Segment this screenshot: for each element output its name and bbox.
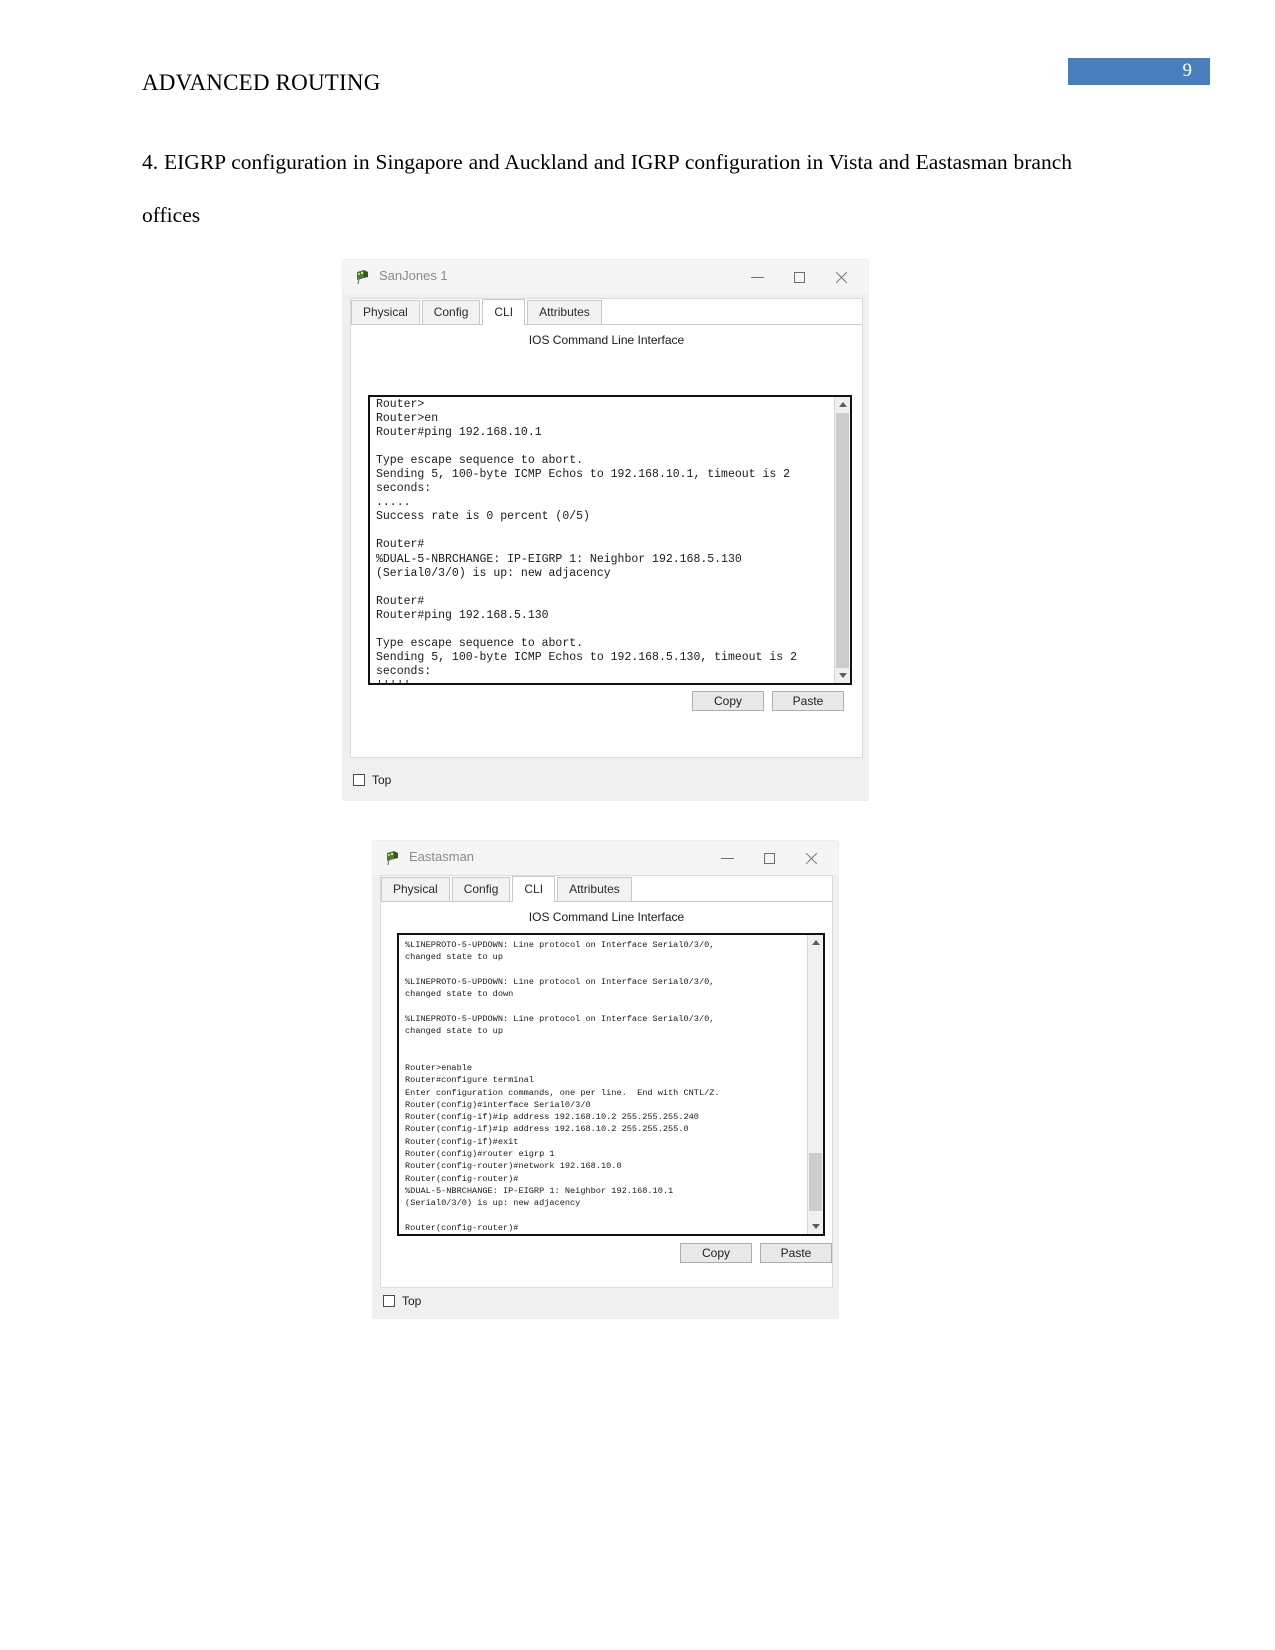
scrollbar-thumb[interactable] bbox=[836, 413, 849, 675]
tab-cli[interactable]: CLI bbox=[482, 299, 526, 325]
terminal-button-row: Copy Paste bbox=[692, 691, 844, 711]
top-checkbox[interactable] bbox=[383, 1295, 395, 1307]
tab-config[interactable]: Config bbox=[421, 300, 481, 324]
scroll-up-button[interactable] bbox=[835, 397, 850, 412]
window-titlebar[interactable]: Eastasman bbox=[373, 841, 838, 875]
tab-config[interactable]: Config bbox=[451, 877, 511, 901]
maximize-button[interactable] bbox=[778, 262, 820, 292]
cli-terminal-area[interactable]: Router> Router>en Router#ping 192.168.10… bbox=[368, 395, 852, 685]
section-heading-paragraph: 4. EIGRP configuration in Singapore and … bbox=[142, 150, 1072, 227]
scrollbar-thumb[interactable] bbox=[809, 1153, 822, 1211]
cli-output[interactable]: %LINEPROTO-5-UPDOWN: Line protocol on In… bbox=[399, 935, 808, 1234]
window-titlebar[interactable]: SanJones 1 bbox=[343, 260, 868, 294]
minimize-icon bbox=[750, 276, 764, 278]
close-icon bbox=[805, 852, 818, 865]
close-icon bbox=[835, 271, 848, 284]
minimize-icon bbox=[720, 857, 734, 859]
top-checkbox-row[interactable]: Top bbox=[383, 1294, 421, 1308]
cli-terminal-area[interactable]: %LINEPROTO-5-UPDOWN: Line protocol on In… bbox=[397, 933, 825, 1236]
copy-button[interactable]: Copy bbox=[680, 1243, 752, 1263]
top-checkbox-row[interactable]: Top bbox=[353, 773, 391, 787]
page-number: 9 bbox=[1182, 60, 1193, 81]
packet-tracer-icon bbox=[357, 270, 368, 285]
close-button[interactable] bbox=[820, 262, 862, 292]
top-checkbox-label: Top bbox=[402, 1294, 422, 1308]
close-button[interactable] bbox=[790, 843, 832, 873]
tab-strip: Physical Config CLI Attributes bbox=[381, 876, 832, 902]
panel-heading: IOS Command Line Interface bbox=[528, 333, 685, 347]
copy-button[interactable]: Copy bbox=[692, 691, 764, 711]
page-header: ADVANCED ROUTING 9 bbox=[0, 58, 1275, 120]
window-controls bbox=[736, 260, 862, 294]
paste-button[interactable]: Paste bbox=[760, 1243, 832, 1263]
chevron-up-icon bbox=[811, 940, 820, 945]
maximize-icon bbox=[763, 852, 775, 864]
chevron-up-icon bbox=[838, 402, 847, 407]
tab-attributes[interactable]: Attributes bbox=[557, 877, 632, 901]
tab-cli[interactable]: CLI bbox=[512, 876, 556, 902]
window-controls bbox=[706, 841, 832, 875]
minimize-button[interactable] bbox=[736, 262, 778, 292]
top-checkbox[interactable] bbox=[353, 774, 365, 786]
tab-attributes[interactable]: Attributes bbox=[527, 300, 602, 324]
top-checkbox-label: Top bbox=[372, 773, 392, 787]
tab-physical[interactable]: Physical bbox=[351, 300, 420, 324]
minimize-button[interactable] bbox=[706, 843, 748, 873]
panel-heading: IOS Command Line Interface bbox=[528, 910, 685, 924]
maximize-icon bbox=[793, 271, 805, 283]
scroll-down-button[interactable] bbox=[835, 668, 850, 683]
window-title: SanJones 1 bbox=[379, 268, 448, 283]
scroll-up-button[interactable] bbox=[808, 935, 823, 950]
document-title: ADVANCED ROUTING bbox=[142, 70, 381, 95]
chevron-down-icon bbox=[838, 673, 847, 678]
packet-tracer-window-eastasman[interactable]: Eastasman Physical Config CLI Attributes… bbox=[373, 841, 838, 1318]
packet-tracer-window-sanjones[interactable]: SanJones 1 Physical Config CLI Attribute… bbox=[343, 260, 868, 800]
window-content-panel: Physical Config CLI Attributes IOS Comma… bbox=[350, 298, 863, 758]
packet-tracer-icon bbox=[387, 851, 398, 866]
cli-output-text: Router> Router>en Router#ping 192.168.10… bbox=[376, 398, 797, 683]
cli-output[interactable]: Router> Router>en Router#ping 192.168.10… bbox=[370, 397, 835, 683]
terminal-button-row: Copy Paste bbox=[680, 1243, 832, 1263]
maximize-button[interactable] bbox=[748, 843, 790, 873]
terminal-scrollbar[interactable] bbox=[834, 397, 850, 683]
tab-physical[interactable]: Physical bbox=[381, 877, 450, 901]
paste-button[interactable]: Paste bbox=[772, 691, 844, 711]
page-number-badge: 9 bbox=[1068, 58, 1210, 85]
window-title: Eastasman bbox=[409, 849, 475, 864]
cli-output-text: %LINEPROTO-5-UPDOWN: Line protocol on In… bbox=[405, 940, 720, 1233]
chevron-down-icon bbox=[811, 1224, 820, 1229]
window-content-panel: Physical Config CLI Attributes IOS Comma… bbox=[380, 875, 833, 1288]
scroll-down-button[interactable] bbox=[808, 1219, 823, 1234]
tab-strip: Physical Config CLI Attributes bbox=[351, 299, 862, 325]
terminal-scrollbar[interactable] bbox=[807, 935, 823, 1234]
